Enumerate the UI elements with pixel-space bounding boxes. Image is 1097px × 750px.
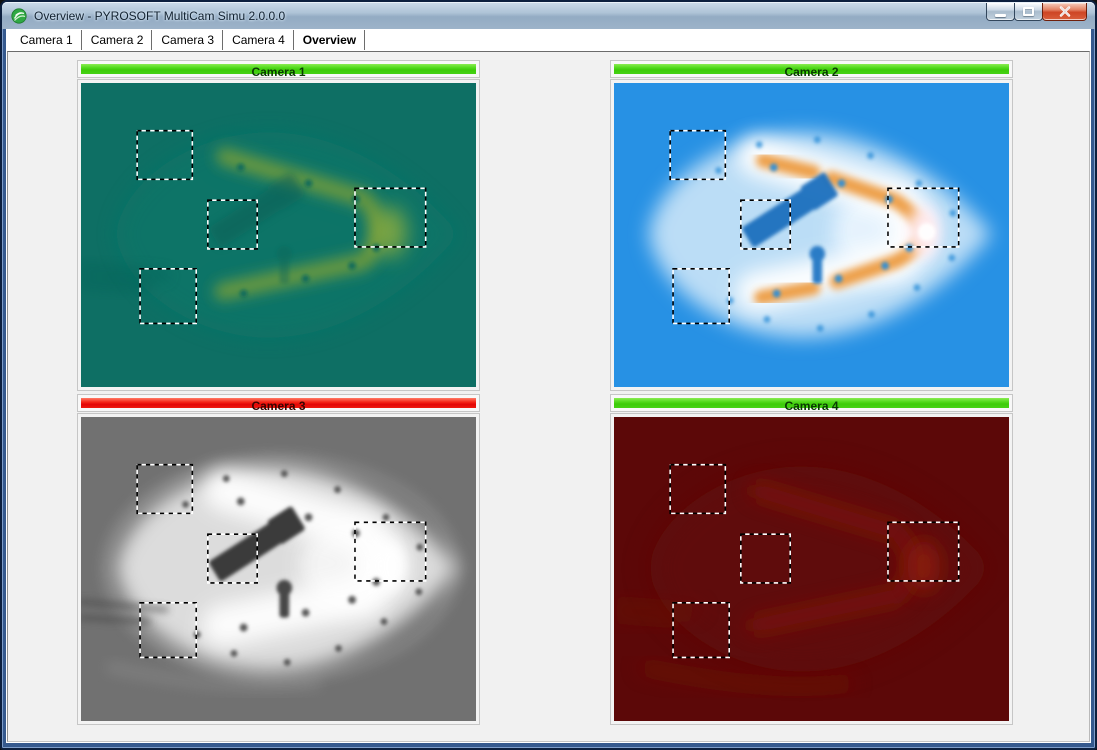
cam2-element-segment-4	[761, 288, 813, 298]
tab-camera-1[interactable]: Camera 1	[11, 30, 82, 50]
window-controls	[987, 3, 1087, 21]
overview-client-area: Camera 1	[7, 51, 1090, 742]
window-title: Overview - PYROSOFT MultiCam Simu 2.0.0.…	[34, 9, 285, 23]
camera-3-title: Camera 3	[251, 399, 305, 413]
maximize-icon	[1023, 7, 1034, 16]
minimize-button[interactable]	[986, 3, 1015, 21]
camera-2-image[interactable]	[611, 80, 1012, 390]
tab-overview[interactable]: Overview	[294, 30, 365, 50]
desktop: Overview - PYROSOFT MultiCam Simu 2.0.0.…	[0, 0, 1097, 750]
camera-grid: Camera 1	[78, 61, 1020, 724]
camera-4-image[interactable]	[611, 414, 1012, 724]
camera-1-image[interactable]	[78, 80, 479, 390]
tab-camera-4[interactable]: Camera 4	[223, 30, 294, 50]
app-icon	[11, 8, 27, 24]
camera-2-panel: Camera 2	[611, 61, 1020, 390]
tab-bar: Camera 1 Camera 2 Camera 3 Camera 4 Over…	[6, 29, 1091, 51]
camera-3-panel: Camera 3	[78, 395, 487, 724]
tab-camera-2[interactable]: Camera 2	[82, 30, 153, 50]
titlebar[interactable]: Overview - PYROSOFT MultiCam Simu 2.0.0.…	[2, 2, 1095, 29]
close-button[interactable]	[1042, 3, 1087, 21]
minimize-icon	[995, 14, 1006, 17]
camera-1-panel: Camera 1	[78, 61, 487, 390]
app-window: Overview - PYROSOFT MultiCam Simu 2.0.0.…	[0, 0, 1097, 750]
maximize-button[interactable]	[1014, 3, 1043, 21]
camera-4-title: Camera 4	[784, 399, 838, 413]
camera-1-status-header: Camera 1	[78, 61, 479, 77]
camera-1-title: Camera 1	[251, 65, 305, 79]
tab-camera-3[interactable]: Camera 3	[152, 30, 223, 50]
camera-3-status-header: Camera 3	[78, 395, 479, 411]
camera-2-title: Camera 2	[784, 65, 838, 79]
window-body: Camera 1 Camera 2 Camera 3 Camera 4 Over…	[6, 29, 1091, 743]
camera-2-status-header: Camera 2	[611, 61, 1012, 77]
close-icon	[1059, 6, 1071, 17]
cam4-hot-spot	[907, 540, 940, 592]
camera-3-image[interactable]	[78, 414, 479, 724]
camera-4-status-header: Camera 4	[611, 395, 1012, 411]
camera-4-panel: Camera 4	[611, 395, 1020, 724]
cam2-hot-core	[918, 223, 935, 241]
